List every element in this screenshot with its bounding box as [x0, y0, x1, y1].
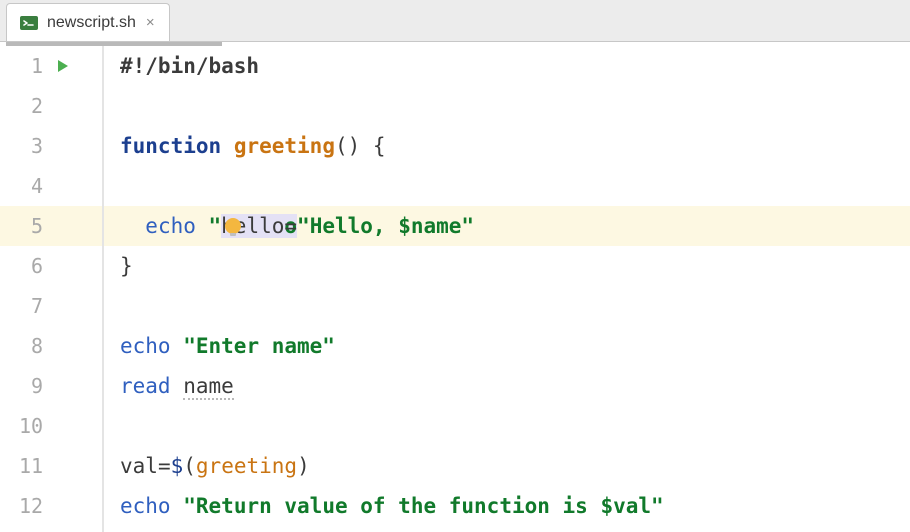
line-number: 5	[0, 206, 43, 246]
line-number: 9	[0, 366, 43, 406]
gutter: 1 2 3 4 5 6 7 8 9 10 11 12	[0, 46, 104, 532]
function-paren: () {	[335, 134, 386, 158]
line-number: 3	[0, 126, 43, 166]
function-call: greeting	[196, 454, 297, 478]
line-number: 8	[0, 326, 43, 366]
close-icon[interactable]: ×	[144, 15, 157, 30]
code-line[interactable]	[104, 286, 910, 326]
line-number: 2	[0, 86, 43, 126]
code-line[interactable]: }	[104, 246, 910, 286]
code-line[interactable]: function greeting() {	[104, 126, 910, 166]
code-line[interactable]: read name	[104, 366, 910, 406]
tab-bar: newscript.sh ×	[0, 0, 910, 42]
line-number: 10	[0, 406, 43, 446]
line-number: 7	[0, 286, 43, 326]
file-tab[interactable]: newscript.sh ×	[6, 3, 170, 41]
keyword-read: read	[120, 374, 171, 398]
line-number: 1	[0, 46, 43, 86]
var-ref-name: $name	[398, 214, 461, 238]
code-line[interactable]: echo "Return value of the function is $v…	[104, 486, 910, 526]
code-line[interactable]: echo "Enter name"	[104, 326, 910, 366]
code-area[interactable]: #!/bin/bash function greeting() { hello=…	[104, 46, 910, 532]
line-number: 12	[0, 486, 43, 526]
line-number: 6	[0, 246, 43, 286]
keyword-function: function	[120, 134, 221, 158]
string-literal: "Enter name"	[183, 334, 335, 358]
var-ref-val: $val	[600, 494, 651, 518]
code-line[interactable]: hello="Hello, $name"	[104, 166, 910, 206]
shebang: #!/bin/bash	[120, 54, 259, 78]
keyword-echo: echo	[120, 494, 171, 518]
string-literal: Hello,	[310, 214, 399, 238]
string-literal: Return value of the function is	[196, 494, 601, 518]
function-name: greeting	[234, 134, 335, 158]
var-name: name	[183, 374, 234, 400]
editor[interactable]: 1 2 3 4 5 6 7 8 9 10 11 12 #!/bin/bash f…	[0, 46, 910, 532]
shell-file-icon	[19, 13, 39, 33]
code-line[interactable]	[104, 406, 910, 446]
var-val: val	[120, 454, 158, 478]
tab-filename: newscript.sh	[47, 14, 136, 32]
line-number: 11	[0, 446, 43, 486]
code-line[interactable]	[104, 86, 910, 126]
intention-bulb-icon[interactable]	[120, 173, 144, 197]
code-line[interactable]: #!/bin/bash	[104, 46, 910, 86]
code-line[interactable]: val=$(greeting)	[104, 446, 910, 486]
keyword-echo: echo	[120, 334, 171, 358]
line-number: 4	[0, 166, 43, 206]
run-gutter-icon[interactable]	[55, 58, 71, 74]
